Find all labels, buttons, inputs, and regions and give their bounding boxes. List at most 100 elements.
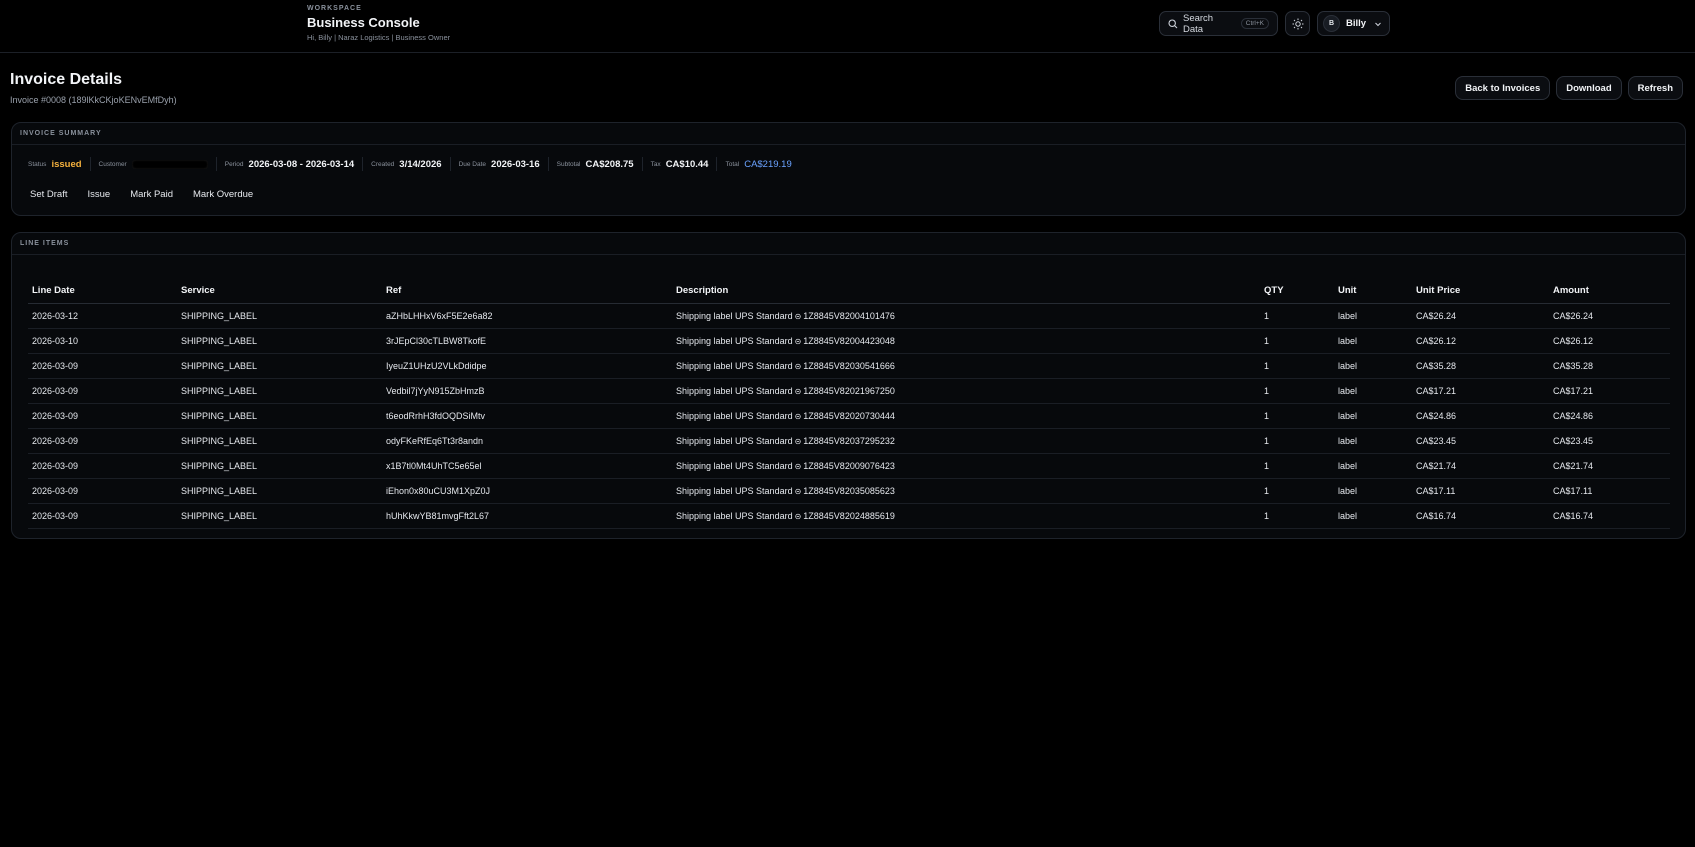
cell-description: Shipping label UPS Standard ⊝ 1Z8845V82030… xyxy=(672,353,1260,379)
customer-label: Customer xyxy=(98,160,127,168)
cell-unit-price: CA$26.12 xyxy=(1412,328,1549,354)
status-actions: Set Draft Issue Mark Paid Mark Overdue xyxy=(12,185,1685,204)
cell-service: SHIPPING_LABEL xyxy=(177,403,382,429)
link-icon: ⊝ xyxy=(794,436,802,446)
tracking-number: 1Z8845V82024885619 xyxy=(803,510,895,521)
cell-line-date: 2026-03-09 xyxy=(28,428,177,454)
set-draft-button[interactable]: Set Draft xyxy=(20,185,78,204)
cell-qty: 1 xyxy=(1260,303,1334,329)
table-header-row: Line Date Service Ref Description QTY Un… xyxy=(28,279,1670,304)
search-shortcut: Ctrl+K xyxy=(1240,18,1269,29)
cell-amount: CA$17.21 xyxy=(1549,378,1670,404)
cell-unit-price: CA$23.45 xyxy=(1412,428,1549,454)
created-value: 3/14/2026 xyxy=(399,158,442,170)
cell-unit-price: CA$24.86 xyxy=(1412,403,1549,429)
table-row: 2026-03-09 SHIPPING_LABEL t6eodRrhH3fdOQDS… xyxy=(28,403,1670,429)
cell-amount: CA$26.12 xyxy=(1549,328,1670,354)
cell-amount: CA$35.28 xyxy=(1549,353,1670,379)
cell-ref: IyeuZ1UHzU2VLkDdidpe xyxy=(382,353,672,379)
link-icon: ⊝ xyxy=(794,336,802,346)
table-row: 2026-03-09 SHIPPING_LABEL Vedbil7jYyN915Zb… xyxy=(28,378,1670,404)
total-field: Total CA$219.19 xyxy=(725,157,799,171)
total-value: CA$219.19 xyxy=(744,158,792,170)
theme-toggle-button[interactable] xyxy=(1285,11,1310,36)
table-row: 2026-03-10 SHIPPING_LABEL 3rJEpCl30cTLBW8T… xyxy=(28,328,1670,354)
created-field: Created 3/14/2026 xyxy=(371,157,451,171)
cell-line-date: 2026-03-09 xyxy=(28,403,177,429)
col-amount: Amount xyxy=(1549,279,1670,304)
cell-line-date: 2026-03-09 xyxy=(28,478,177,504)
tracking-number: 1Z8845V82035085623 xyxy=(803,485,895,496)
period-field: Period 2026-03-08 - 2026-03-14 xyxy=(224,157,364,171)
created-label: Created xyxy=(371,160,395,168)
cell-description: Shipping label UPS Standard ⊝ 1Z8845V82009… xyxy=(672,453,1260,479)
cell-description: Shipping label UPS Standard ⊝ 1Z8845V82024… xyxy=(672,503,1260,529)
cell-amount: CA$17.11 xyxy=(1549,478,1670,504)
subtotal-value: CA$208.75 xyxy=(585,158,634,170)
cell-description: Shipping label UPS Standard ⊝ 1Z8845V82035… xyxy=(672,478,1260,504)
issue-button[interactable]: Issue xyxy=(78,185,121,204)
period-label: Period xyxy=(224,160,244,168)
col-unit-price: Unit Price xyxy=(1412,279,1549,304)
link-icon: ⊝ xyxy=(794,411,802,421)
page-actions: Back to Invoices Download Refresh xyxy=(1455,76,1683,100)
cell-service: SHIPPING_LABEL xyxy=(177,478,382,504)
cell-qty: 1 xyxy=(1260,378,1334,404)
user-menu-button[interactable]: B Billy xyxy=(1317,11,1390,36)
subtotal-label: Subtotal xyxy=(556,160,581,168)
mark-overdue-button[interactable]: Mark Overdue xyxy=(183,185,263,204)
col-line-date: Line Date xyxy=(28,279,177,304)
invoice-summary-heading: INVOICE SUMMARY xyxy=(12,123,1685,145)
cell-service: SHIPPING_LABEL xyxy=(177,503,382,529)
cell-description: Shipping label UPS Standard ⊝ 1Z8845V82020… xyxy=(672,403,1260,429)
customer-field: Customer xyxy=(99,157,217,171)
cell-unit-price: CA$26.24 xyxy=(1412,303,1549,329)
cell-qty: 1 xyxy=(1260,328,1334,354)
col-ref: Ref xyxy=(382,279,672,304)
table-row: 2026-03-09 SHIPPING_LABEL odyFKeRfEq6Tt3r8… xyxy=(28,428,1670,454)
cell-unit: label xyxy=(1334,328,1412,354)
cell-service: SHIPPING_LABEL xyxy=(177,453,382,479)
cell-amount: CA$16.74 xyxy=(1549,503,1670,529)
cell-service: SHIPPING_LABEL xyxy=(177,303,382,329)
workspace-eyebrow: WORKSPACE xyxy=(307,5,362,12)
cell-line-date: 2026-03-09 xyxy=(28,453,177,479)
cell-ref: t6eodRrhH3fdOQDSiMtv xyxy=(382,403,672,429)
cell-line-date: 2026-03-09 xyxy=(28,378,177,404)
cell-ref: odyFKeRfEq6Tt3r8andn xyxy=(382,428,672,454)
cell-unit: label xyxy=(1334,428,1412,454)
table-row: 2026-03-09 SHIPPING_LABEL IyeuZ1UHzU2VLkDd… xyxy=(28,353,1670,379)
tax-value: CA$10.44 xyxy=(665,158,709,170)
search-button[interactable]: Search Data Ctrl+K xyxy=(1159,11,1278,36)
top-bar: WORKSPACE Business Console Hi, Billy | N… xyxy=(0,0,1695,53)
cell-service: SHIPPING_LABEL xyxy=(177,353,382,379)
mark-paid-button[interactable]: Mark Paid xyxy=(120,185,183,204)
cell-service: SHIPPING_LABEL xyxy=(177,328,382,354)
summary-fields: Status issued Customer Period 2026-03-08… xyxy=(12,147,1685,181)
description-text: Shipping label UPS Standard xyxy=(676,385,793,396)
app-title: Business Console xyxy=(307,15,420,30)
description-text: Shipping label UPS Standard xyxy=(676,460,793,471)
cell-ref: hUhKkwYB81mvgFft2L67 xyxy=(382,503,672,529)
back-to-invoices-button[interactable]: Back to Invoices xyxy=(1455,76,1551,100)
line-items-heading: LINE ITEMS xyxy=(12,233,1685,255)
cell-qty: 1 xyxy=(1260,453,1334,479)
cell-unit-price: CA$17.11 xyxy=(1412,478,1549,504)
cell-unit-price: CA$21.74 xyxy=(1412,453,1549,479)
refresh-button[interactable]: Refresh xyxy=(1627,76,1683,100)
download-button[interactable]: Download xyxy=(1556,76,1622,100)
tracking-number: 1Z8845V82020730444 xyxy=(803,410,895,421)
line-items-card: LINE ITEMS Line Date Service Ref Descrip… xyxy=(11,232,1686,539)
cell-ref: 3rJEpCl30cTLBW8TkofE xyxy=(382,328,672,354)
cell-service: SHIPPING_LABEL xyxy=(177,378,382,404)
link-icon: ⊝ xyxy=(794,361,802,371)
cell-ref: Vedbil7jYyN915ZbHmzB xyxy=(382,378,672,404)
due-date-label: Due Date xyxy=(458,160,487,168)
cell-line-date: 2026-03-12 xyxy=(28,303,177,329)
col-qty: QTY xyxy=(1260,279,1334,304)
sun-icon xyxy=(1292,18,1303,29)
cell-unit: label xyxy=(1334,478,1412,504)
cell-amount: CA$23.45 xyxy=(1549,428,1670,454)
cell-description: Shipping label UPS Standard ⊝ 1Z8845V82004… xyxy=(672,303,1260,329)
description-text: Shipping label UPS Standard xyxy=(676,310,793,321)
